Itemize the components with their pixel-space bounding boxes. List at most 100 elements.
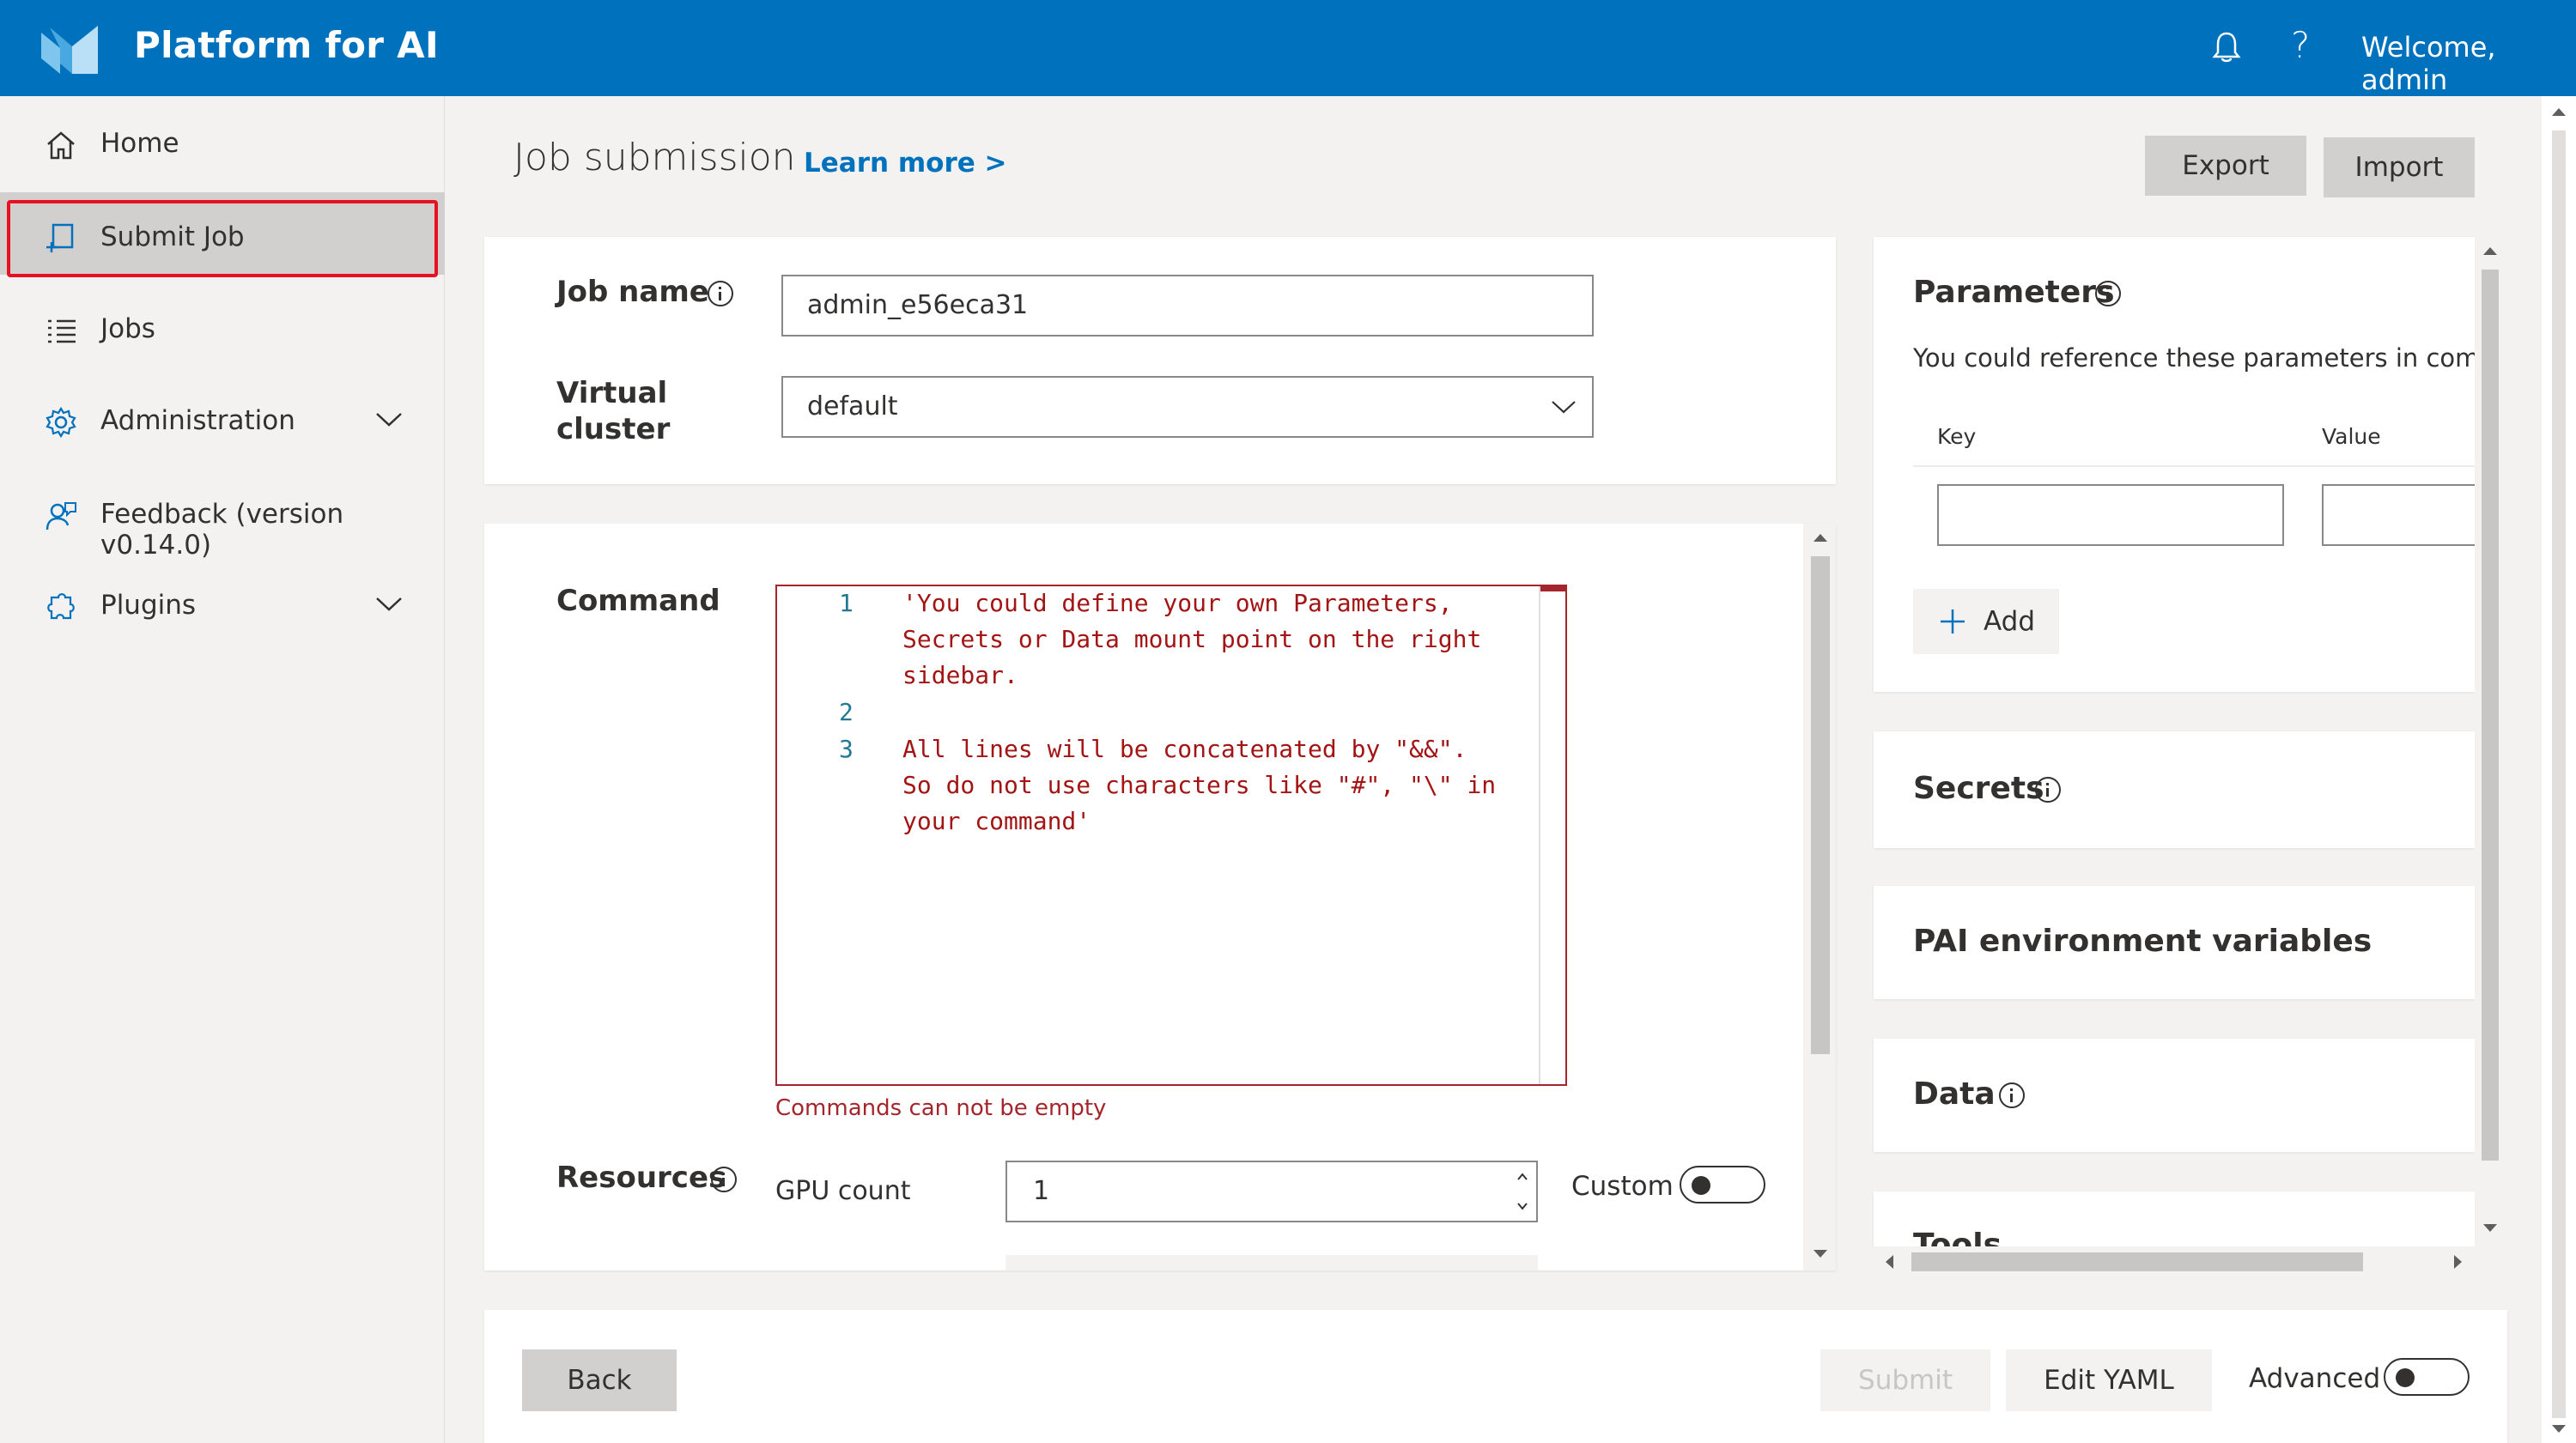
- gpu-count-input[interactable]: 1: [1005, 1161, 1538, 1222]
- info-icon[interactable]: [711, 1167, 737, 1192]
- sidebar-item-jobs[interactable]: Jobs: [0, 288, 445, 371]
- code-line: So do not use characters like "#", "\" i…: [902, 771, 1497, 799]
- scroll-down-arrow-icon[interactable]: [2552, 1425, 2566, 1433]
- info-icon[interactable]: [708, 281, 733, 306]
- virtual-cluster-label-line1: Virtual: [556, 376, 668, 410]
- sidebar-item-label: Plugins: [100, 590, 197, 621]
- data-title: Data: [1913, 1076, 1996, 1112]
- feedback-icon: [46, 502, 76, 531]
- submit-button[interactable]: Submit: [1820, 1349, 1990, 1411]
- scroll-thumb[interactable]: [1911, 1252, 2363, 1271]
- code-line: All lines will be concatenated by "&&".: [902, 735, 1467, 763]
- back-button[interactable]: Back: [522, 1349, 677, 1411]
- secrets-title: Secrets: [1913, 771, 2044, 806]
- pai-env-panel[interactable]: PAI environment variables: [1874, 886, 2475, 999]
- list-icon: [48, 319, 76, 343]
- sidebar-item-label: Submit Job: [100, 221, 245, 252]
- editor-ruler: [1539, 586, 1540, 1084]
- edit-yaml-button[interactable]: Edit YAML: [2006, 1349, 2212, 1411]
- help-icon[interactable]: ?: [2291, 24, 2310, 66]
- advanced-toggle[interactable]: [2384, 1358, 2470, 1396]
- scroll-left-arrow-icon[interactable]: [1886, 1255, 1893, 1269]
- page-title: Job submission: [513, 136, 796, 179]
- scroll-down-arrow-icon[interactable]: [1814, 1250, 1827, 1258]
- plugin-icon: [47, 593, 75, 620]
- line-number: 2: [839, 698, 854, 726]
- parameters-title: Parameters: [1913, 275, 2115, 310]
- scroll-thumb[interactable]: [2482, 270, 2499, 1161]
- home-icon: [47, 131, 75, 160]
- parameter-value-input[interactable]: [2322, 484, 2475, 546]
- page-scrollbar[interactable]: [2542, 96, 2576, 1443]
- sidebar-item-feedback[interactable]: Feedback (version v0.14.0): [0, 474, 445, 561]
- value-column-header: Value: [2322, 424, 2381, 449]
- job-info-card: Job name admin_e56eca31 Virtual cluster …: [484, 237, 1836, 484]
- submit-job-icon: [46, 223, 74, 252]
- line-number: 3: [839, 735, 854, 763]
- code-line: Secrets or Data mount point on the right: [902, 625, 1482, 653]
- scroll-down-arrow-icon[interactable]: [2483, 1224, 2497, 1232]
- right-panel-vertical-scrollbar[interactable]: [2475, 237, 2506, 1246]
- tools-title: Tools: [1913, 1228, 2002, 1246]
- sidebar: Home Submit Job Jobs Administration Feed…: [0, 96, 445, 1443]
- scroll-right-arrow-icon[interactable]: [2454, 1255, 2462, 1269]
- toggle-knob: [1692, 1176, 1710, 1195]
- app-title[interactable]: Platform for AI: [134, 24, 439, 66]
- sidebar-item-label: Feedback (version v0.14.0): [100, 499, 344, 561]
- right-panel-horizontal-scrollbar[interactable]: [1874, 1246, 2506, 1277]
- key-column-header: Key: [1937, 424, 1977, 449]
- info-icon[interactable]: [2035, 777, 2061, 803]
- chevron-down-icon[interactable]: [374, 594, 404, 613]
- add-parameter-button[interactable]: Add: [1913, 589, 2059, 654]
- gear-icon: [46, 406, 76, 439]
- sidebar-item-label: Administration: [100, 405, 295, 436]
- scroll-up-arrow-icon[interactable]: [2552, 108, 2566, 116]
- virtual-cluster-dropdown[interactable]: default: [781, 376, 1594, 438]
- command-editor[interactable]: 1 'You could define your own Parameters,…: [775, 585, 1567, 1086]
- resources-label: Resources: [556, 1161, 726, 1195]
- custom-toggle[interactable]: [1680, 1166, 1765, 1204]
- command-error-message: Commands can not be empty: [775, 1095, 1107, 1121]
- job-name-label: Job name: [556, 275, 709, 309]
- parameter-key-input[interactable]: [1937, 484, 2284, 546]
- export-button[interactable]: Export: [2145, 136, 2306, 196]
- info-icon[interactable]: [2095, 281, 2121, 306]
- data-panel[interactable]: Data: [1874, 1039, 2475, 1152]
- job-name-input[interactable]: admin_e56eca31: [781, 275, 1594, 336]
- toggle-knob: [2396, 1368, 2415, 1387]
- sidebar-item-administration[interactable]: Administration: [0, 380, 445, 463]
- code-line: 'You could define your own Parameters,: [902, 589, 1453, 617]
- learn-more-link[interactable]: Learn more >: [804, 148, 1007, 179]
- code-line: your command': [902, 807, 1091, 835]
- welcome-user-menu[interactable]: Welcome, admin: [2361, 31, 2576, 96]
- virtual-cluster-value: default: [807, 391, 898, 421]
- editor-error-marker: [1540, 586, 1566, 591]
- command-card-scrollbar[interactable]: [1803, 524, 1836, 1270]
- chevron-down-icon: [1552, 401, 1576, 414]
- import-button[interactable]: Import: [2324, 137, 2475, 197]
- stepper-arrows-icon[interactable]: [1514, 1167, 1531, 1216]
- plus-icon: [1941, 609, 1965, 634]
- scroll-up-arrow-icon[interactable]: [1814, 534, 1827, 542]
- gpu-count-label: GPU count: [775, 1176, 911, 1206]
- scroll-up-arrow-icon[interactable]: [2483, 247, 2497, 255]
- tools-panel[interactable]: Tools: [1874, 1191, 2475, 1246]
- parameters-panel: Parameters You could reference these par…: [1874, 237, 2475, 692]
- pai-env-title: PAI environment variables: [1913, 924, 2372, 959]
- secrets-panel[interactable]: Secrets: [1874, 731, 2475, 848]
- info-icon[interactable]: [1999, 1082, 2025, 1108]
- chevron-down-icon[interactable]: [374, 409, 404, 428]
- command-label: Command: [556, 584, 720, 618]
- divider: [1913, 465, 2475, 467]
- sidebar-item-home[interactable]: Home: [0, 103, 445, 185]
- line-number: 1: [839, 589, 854, 617]
- scroll-thumb[interactable]: [1811, 556, 1830, 1054]
- sidebar-item-submit-job[interactable]: Submit Job: [0, 192, 445, 277]
- next-resource-input[interactable]: [1005, 1255, 1538, 1270]
- parameters-description: You could reference these parameters in …: [1913, 343, 2475, 373]
- bell-icon[interactable]: [2212, 31, 2241, 64]
- sidebar-item-plugins[interactable]: Plugins: [0, 565, 445, 647]
- logo-icon[interactable]: [38, 24, 101, 76]
- code-line: sidebar.: [902, 661, 1018, 689]
- scroll-thumb[interactable]: [2552, 130, 2566, 1418]
